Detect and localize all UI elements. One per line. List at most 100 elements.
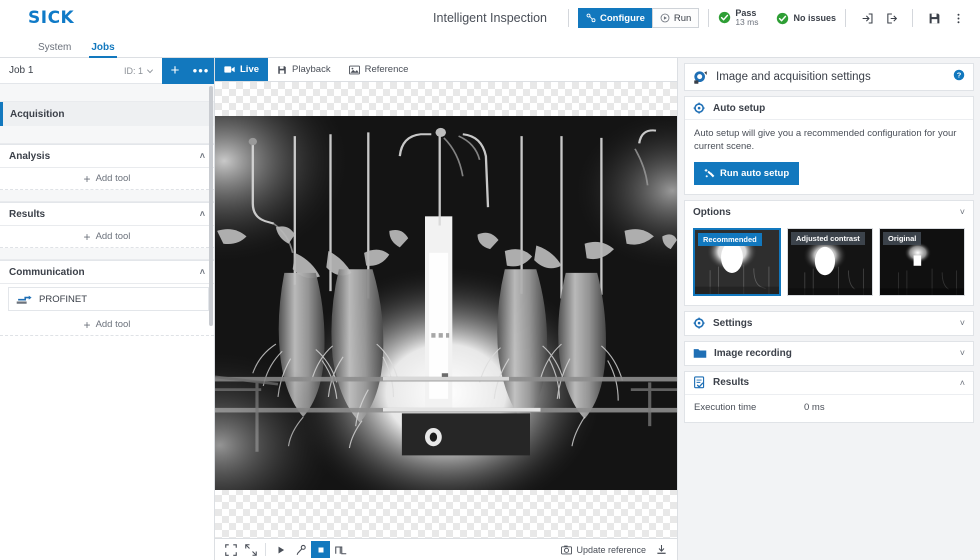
logout-icon [886, 13, 897, 23]
divider [845, 9, 846, 27]
magic-wand-icon [704, 168, 715, 177]
section-header-results[interactable]: Results ˄ [0, 202, 214, 226]
tool-item-profinet[interactable]: PROFINET [8, 287, 209, 311]
thumb-label: Original [883, 231, 922, 245]
section-header-communication[interactable]: Communication ˄ [0, 260, 214, 284]
section-label: Results [9, 208, 46, 220]
sidebar-item-acquisition[interactable]: Acquisition [0, 102, 214, 126]
option-thumb-recommended[interactable]: Recommended [693, 227, 781, 296]
auto-setup-card: Auto setup Auto setup will give you a re… [684, 96, 974, 195]
image-recording-card: Image recording ˅ [684, 340, 974, 366]
section-label: Communication [9, 266, 85, 278]
app-title: Intelligent Inspection [433, 11, 548, 25]
viewer-toolbar: Update reference [215, 538, 677, 560]
add-tool-results[interactable]: + Add tool [0, 226, 214, 248]
run-button[interactable]: Run [651, 8, 700, 28]
add-tool-communication[interactable]: + Add tool [0, 314, 214, 336]
results-heading: Results [713, 377, 750, 389]
play-live-button[interactable] [271, 541, 290, 558]
logout-button[interactable] [879, 6, 903, 30]
configure-button[interactable]: Configure [578, 8, 652, 28]
login-button[interactable] [855, 6, 879, 30]
add-job-button[interactable]: + [162, 57, 188, 84]
settings-icon [693, 317, 705, 329]
fit-to-screen-button[interactable] [221, 541, 240, 558]
floppy-icon [278, 65, 286, 74]
run-auto-setup-button[interactable]: Run auto setup [694, 161, 800, 185]
divider [265, 543, 266, 556]
settings-header[interactable]: Settings ˅ [685, 312, 973, 335]
chevron-down-icon: ˅ [959, 318, 965, 329]
help-icon: ? [953, 69, 965, 81]
job-id-label: ID: 1 [123, 65, 143, 76]
login-icon [862, 13, 872, 23]
add-tool-label: Add tool [95, 319, 131, 330]
chevron-down-icon: ˅ [959, 207, 965, 218]
job-id-selector[interactable]: ID: 1 [124, 66, 162, 76]
overflow-menu-button[interactable] [946, 6, 970, 30]
help-button[interactable]: ? [953, 68, 965, 86]
auto-setup-header[interactable]: Auto setup [685, 97, 973, 120]
job-name[interactable]: Job 1 [0, 65, 124, 76]
plus-icon: + [83, 171, 91, 186]
sidebar-scrollbar[interactable] [209, 86, 213, 326]
acquisition-label: Acquisition [10, 108, 65, 120]
results-header[interactable]: Results ˄ [685, 372, 973, 395]
camera-icon [561, 545, 573, 554]
viewer-tab-label: Live [240, 64, 260, 75]
app-body: Job 1 ID: 1 + ••• Acquisition Analysis ˄… [0, 57, 980, 560]
panel-title: Image and acquisition settings [716, 71, 871, 83]
single-shot-icon [296, 544, 306, 555]
settings-panel: Image and acquisition settings ? Auto se… [678, 58, 980, 560]
results-card: Results ˄ Execution time 0 ms [684, 370, 974, 423]
mode-toggle-group: Configure Run [578, 8, 700, 28]
check-circle-icon [777, 12, 789, 24]
image-viewer: Live Playback Reference Update reference [215, 58, 678, 560]
pass-time: 13 ms [735, 17, 759, 28]
results-row-execution-time: Execution time 0 ms [685, 395, 973, 422]
download-button[interactable] [652, 541, 671, 558]
auto-setup-heading: Auto setup [713, 102, 766, 114]
viewer-tab-playback[interactable]: Playback [268, 58, 340, 81]
sidebar-spacer [0, 190, 214, 202]
tab-system[interactable]: System [28, 42, 81, 57]
live-image [215, 116, 677, 490]
play-icon [660, 13, 670, 23]
sidebar-spacer [0, 248, 214, 260]
panel-title-bar: Image and acquisition settings ? [684, 63, 974, 91]
camera-icon [224, 66, 235, 73]
viewer-tab-reference[interactable]: Reference [340, 58, 418, 81]
viewer-tab-live[interactable]: Live [215, 58, 269, 81]
chevron-up-icon: ˄ [199, 209, 205, 219]
add-tool-analysis[interactable]: + Add tool [0, 168, 214, 190]
chevron-down-icon [147, 68, 153, 73]
download-icon [657, 545, 666, 554]
single-shot-button[interactable] [291, 541, 310, 558]
option-thumb-original[interactable]: Original [879, 227, 965, 296]
job-more-button[interactable]: ••• [188, 57, 214, 84]
chevron-up-icon: ˄ [959, 377, 965, 388]
image-recording-header[interactable]: Image recording ˅ [685, 342, 973, 365]
camera-settings-icon [694, 70, 707, 84]
tab-jobs[interactable]: Jobs [81, 42, 124, 58]
plus-icon: + [83, 229, 91, 244]
check-circle-icon [719, 12, 731, 24]
settings-heading: Settings [713, 317, 753, 329]
chevron-up-icon: ˄ [199, 151, 205, 161]
image-recording-heading: Image recording [714, 347, 792, 359]
options-header[interactable]: Options ˅ [685, 201, 973, 224]
update-reference-button[interactable]: Update reference [561, 545, 646, 555]
section-header-analysis[interactable]: Analysis ˄ [0, 144, 214, 168]
image-canvas[interactable] [215, 82, 677, 538]
jobs-sidebar: Job 1 ID: 1 + ••• Acquisition Analysis ˄… [0, 57, 215, 560]
section-label: Analysis [9, 150, 51, 162]
chevron-up-icon: ˄ [199, 267, 205, 277]
save-button[interactable] [922, 6, 946, 30]
stop-button[interactable] [311, 541, 330, 558]
options-thumbnails: Recommended Adjusted contrast Original [685, 224, 973, 305]
option-thumb-adjusted-contrast[interactable]: Adjusted contrast [787, 227, 873, 296]
viewer-tab-label: Reference [364, 64, 409, 75]
trigger-button[interactable] [331, 541, 350, 558]
actual-size-button[interactable] [241, 541, 260, 558]
run-label: Run [673, 12, 692, 24]
